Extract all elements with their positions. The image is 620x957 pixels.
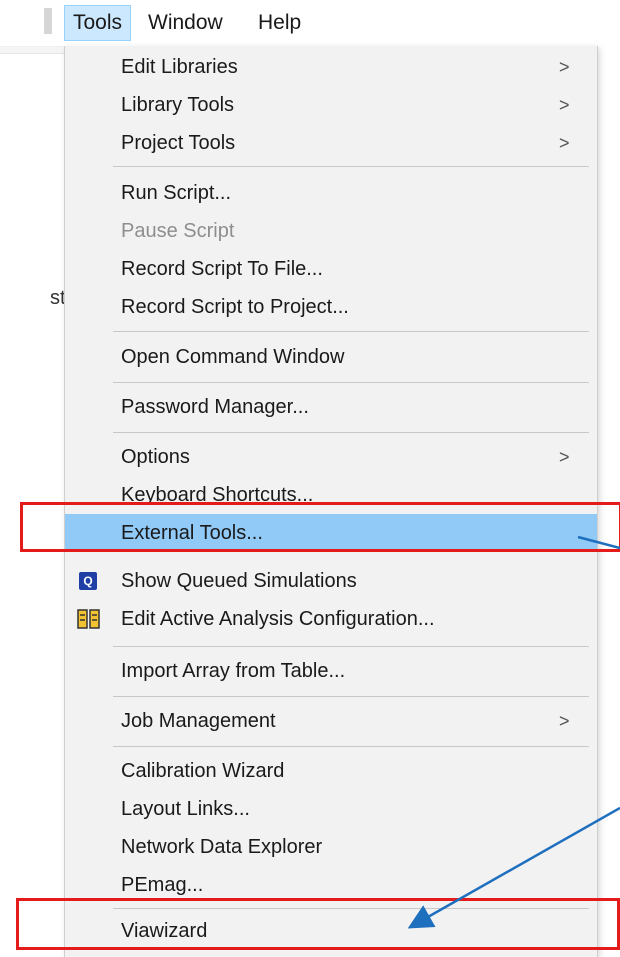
menu-item-open-command-window[interactable]: Open Command Window [65,338,597,376]
analysis-config-icon [77,609,100,629]
menu-item-label: Network Data Explorer [121,836,323,858]
menu-separator [113,746,589,747]
menu-separator [113,696,589,697]
menu-item-edit-active-analysis-configuration[interactable]: Edit Active Analysis Configuration... [65,600,597,638]
menu-item-label: Open Command Window [121,346,345,368]
menu-item-pause-script: Pause Script [65,212,597,250]
menu-item-calibration-wizard[interactable]: Calibration Wizard [65,752,597,790]
menu-item-label: Pause Script [121,220,235,242]
menu-item-options[interactable]: Options > [65,438,597,476]
menu-separator [113,646,589,647]
menu-window[interactable]: Window [140,6,231,40]
menu-separator [113,432,589,433]
menu-item-label: Import Array from Table... [121,660,346,682]
menu-item-password-manager[interactable]: Password Manager... [65,388,597,426]
chevron-right-icon: > [559,95,570,115]
menu-item-label: Options [121,446,190,468]
queue-icon: Q [79,572,97,590]
chevron-right-icon: > [559,57,570,77]
menu-item-label: Project Tools [121,132,236,154]
menu-item-label: Run Script... [121,182,232,204]
menu-item-label: Record Script to Project... [121,296,349,318]
menu-item-label: Record Script To File... [121,258,323,280]
menu-item-label: Edit Libraries [121,56,238,78]
menu-separator [113,331,589,332]
chevron-right-icon: > [559,711,570,731]
menu-item-label: Show Queued Simulations [121,570,357,592]
menu-item-show-queued-simulations[interactable]: Q Show Queued Simulations [65,562,597,600]
menu-item-label: Edit Active Analysis Configuration... [121,608,435,630]
annotation-box-viawizard [16,898,620,950]
menu-item-import-array-from-table[interactable]: Import Array from Table... [65,652,597,690]
menu-item-run-script[interactable]: Run Script... [65,174,597,212]
chevron-right-icon: > [559,133,570,153]
menu-separator [113,382,589,383]
menu-item-label: Password Manager... [121,396,309,418]
menu-item-project-tools[interactable]: Project Tools > [65,124,597,162]
menu-item-library-tools[interactable]: Library Tools > [65,86,597,124]
menu-item-label: Job Management [121,710,276,732]
menu-item-edit-libraries[interactable]: Edit Libraries > [65,48,597,86]
menu-bar: Tools Window Help [0,0,620,47]
menu-bar-fragment [44,8,52,34]
menu-item-network-data-explorer[interactable]: Network Data Explorer [65,828,597,866]
menu-item-record-script-to-file[interactable]: Record Script To File... [65,250,597,288]
chevron-right-icon: > [559,447,570,467]
menu-help[interactable]: Help [250,6,309,40]
menu-tools[interactable]: Tools [64,5,132,41]
menu-item-label: Library Tools [121,94,235,116]
menu-item-label: Layout Links... [121,798,250,820]
menu-item-job-management[interactable]: Job Management > [65,702,597,740]
menu-separator [113,166,589,167]
menu-item-label: Calibration Wizard [121,760,285,782]
menu-item-layout-links[interactable]: Layout Links... [65,790,597,828]
menu-item-record-script-to-project[interactable]: Record Script to Project... [65,288,597,326]
annotation-box-external-tools [20,502,620,552]
